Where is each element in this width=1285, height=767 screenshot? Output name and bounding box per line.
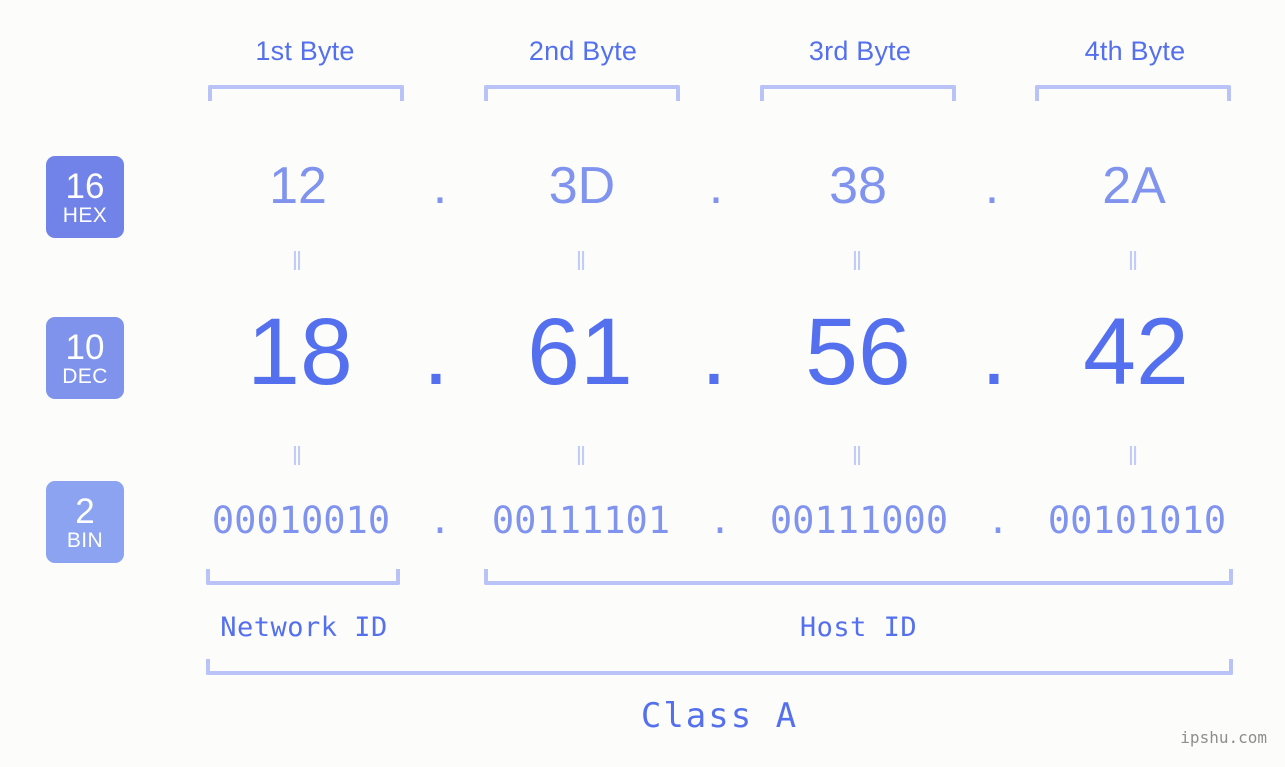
radix-badge-hex-number: 16 xyxy=(65,166,105,206)
binary-byte-3: 00111000 xyxy=(769,499,949,542)
radix-badge-bin-label: BIN xyxy=(66,528,104,552)
hex-byte-2: 3D xyxy=(548,157,616,215)
binary-separator-1: . xyxy=(428,499,452,542)
equals-mark-dec-bin-3: ‖ xyxy=(851,441,865,471)
radix-badge-bin: 2 BIN xyxy=(46,481,124,563)
network-id-bracket xyxy=(206,569,400,585)
byte-header-4: 4th Byte xyxy=(1084,36,1186,66)
equals-mark-hex-dec-1: ‖ xyxy=(291,246,305,276)
radix-badge-dec-label: DEC xyxy=(62,364,108,388)
binary-separator-3: . xyxy=(986,499,1010,542)
radix-badge-hex: 16 HEX xyxy=(46,156,124,238)
ip-class-label: Class A xyxy=(640,696,799,736)
decimal-byte-1: 18 xyxy=(247,299,353,405)
host-id-bracket xyxy=(484,569,1233,585)
binary-byte-4: 00101010 xyxy=(1047,499,1227,542)
byte-bracket-4 xyxy=(1035,85,1231,101)
equals-mark-hex-dec-3: ‖ xyxy=(851,246,865,276)
byte-bracket-2 xyxy=(484,85,680,101)
radix-badge-hex-label: HEX xyxy=(62,203,108,227)
binary-byte-1: 00010010 xyxy=(211,499,391,542)
decimal-byte-3: 56 xyxy=(805,299,911,405)
byte-bracket-1 xyxy=(208,85,404,101)
hex-byte-1: 12 xyxy=(269,157,327,215)
binary-byte-2: 00111101 xyxy=(491,499,671,542)
equals-mark-hex-dec-4: ‖ xyxy=(1127,246,1141,276)
equals-mark-dec-bin-4: ‖ xyxy=(1127,441,1141,471)
network-id-label: Network ID xyxy=(220,612,388,643)
radix-badge-dec: 10 DEC xyxy=(46,317,124,399)
hex-separator-2: . xyxy=(708,157,724,215)
ip-class-bracket xyxy=(206,659,1233,675)
decimal-separator-1: . xyxy=(422,299,450,405)
byte-header-2: 2nd Byte xyxy=(528,36,638,66)
site-watermark: ipshu.com xyxy=(1180,728,1267,747)
host-id-label: Host ID xyxy=(799,612,918,643)
hex-separator-1: . xyxy=(432,157,448,215)
equals-mark-hex-dec-2: ‖ xyxy=(575,246,589,276)
radix-badge-dec-number: 10 xyxy=(65,327,105,367)
radix-badge-bin-number: 2 xyxy=(75,491,95,531)
byte-bracket-3 xyxy=(760,85,956,101)
ip-address-breakdown-diagram: 1st Byte 2nd Byte 3rd Byte 4th Byte 16 H… xyxy=(0,0,1285,767)
hex-byte-3: 38 xyxy=(829,157,887,215)
decimal-separator-2: . xyxy=(700,299,728,405)
decimal-byte-4: 42 xyxy=(1083,299,1189,405)
equals-mark-dec-bin-2: ‖ xyxy=(575,441,589,471)
equals-mark-dec-bin-1: ‖ xyxy=(291,441,305,471)
hex-separator-3: . xyxy=(984,157,1000,215)
byte-header-3: 3rd Byte xyxy=(808,36,912,66)
byte-header-1: 1st Byte xyxy=(255,36,355,66)
decimal-separator-3: . xyxy=(980,299,1008,405)
decimal-byte-2: 61 xyxy=(527,299,633,405)
hex-byte-4: 2A xyxy=(1102,157,1166,215)
binary-separator-2: . xyxy=(708,499,732,542)
